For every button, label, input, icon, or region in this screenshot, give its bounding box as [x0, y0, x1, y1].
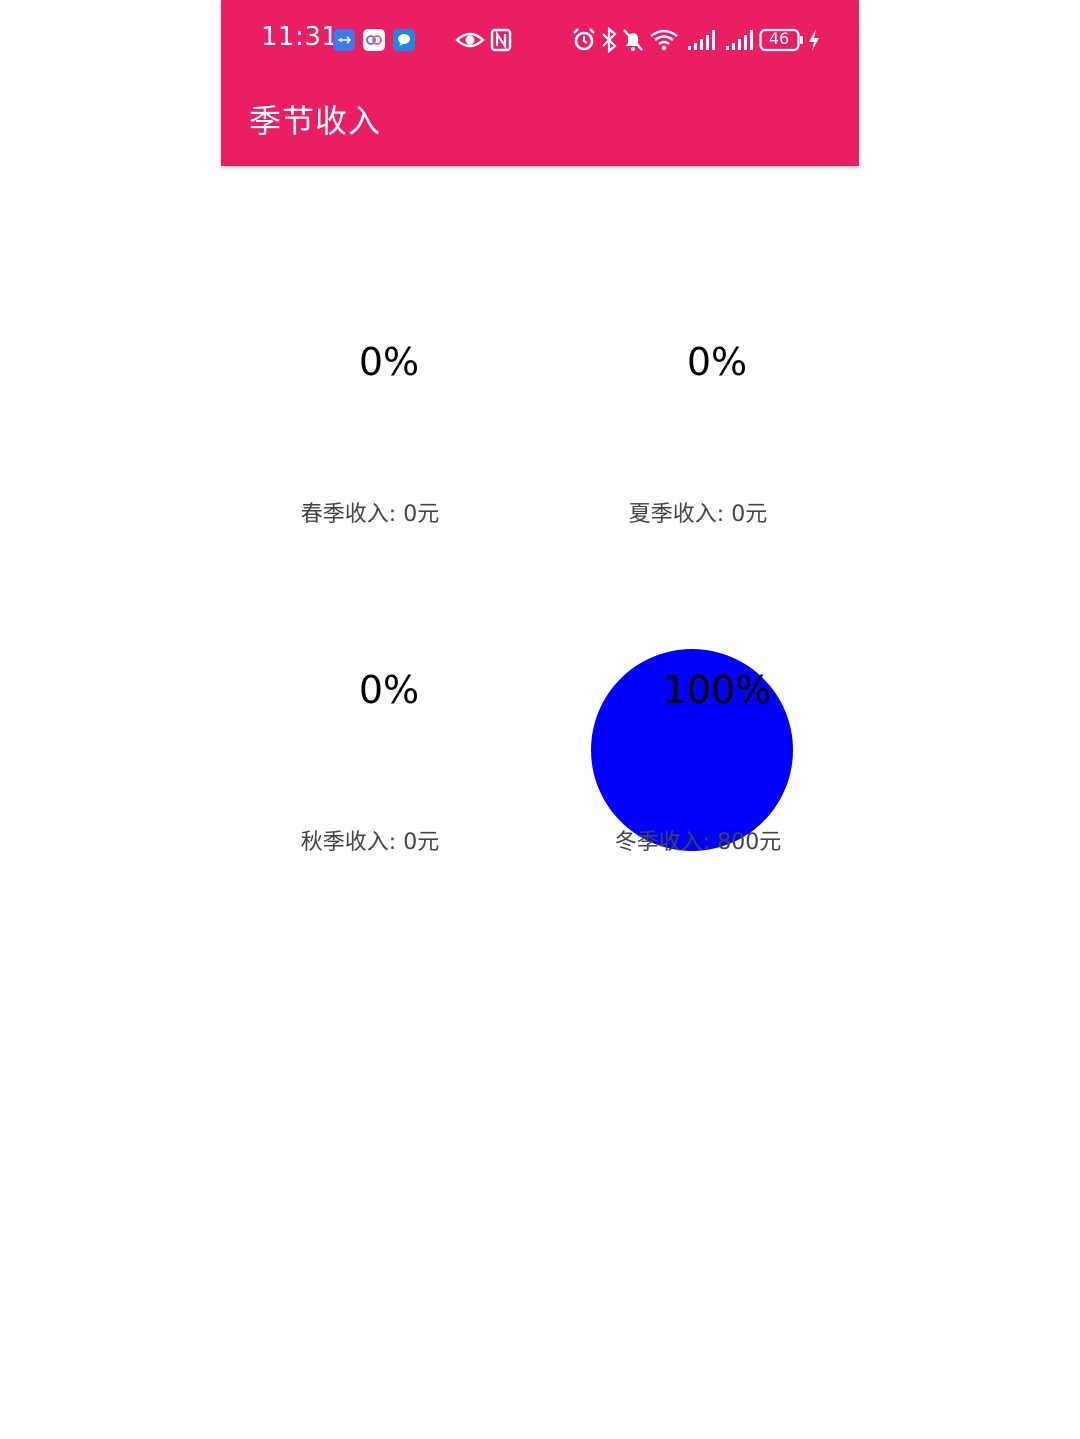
page-title: 季节收入 [249, 102, 382, 140]
bluetooth-icon [599, 26, 619, 54]
app-notification-icon [363, 29, 385, 51]
battery-icon: 46 [759, 28, 805, 56]
phone-screen: 11:31 46 季节收入 0% 春季收入: 0元 0% 夏季收入: 0元 0%… [221, 0, 859, 1439]
percent-label-autumn: 0% [358, 668, 420, 712]
app-bar: 11:31 46 季节收入 [221, 0, 859, 166]
signal-icon-2 [725, 26, 755, 54]
income-label-autumn: 秋季收入: 0元 [300, 830, 440, 855]
battery-level: 46 [768, 29, 790, 48]
wifi-icon [649, 26, 679, 54]
status-time: 11:31 [261, 22, 339, 52]
income-label-spring: 春季收入: 0元 [300, 502, 440, 527]
income-label-winter: 冬季收入: 800元 [614, 830, 782, 855]
mute-bell-icon [621, 26, 645, 54]
charging-icon [807, 26, 821, 54]
alarm-icon [571, 26, 597, 54]
percent-label-summer: 0% [686, 340, 748, 384]
eye-icon [455, 26, 485, 54]
nfc-icon [489, 26, 513, 54]
percent-label-winter: 100% [662, 668, 772, 712]
percent-label-spring: 0% [358, 340, 420, 384]
message-notification-icon [393, 29, 415, 51]
signal-icon-1 [687, 26, 717, 54]
usb-notification-icon [333, 29, 355, 51]
income-label-summer: 夏季收入: 0元 [628, 502, 768, 527]
